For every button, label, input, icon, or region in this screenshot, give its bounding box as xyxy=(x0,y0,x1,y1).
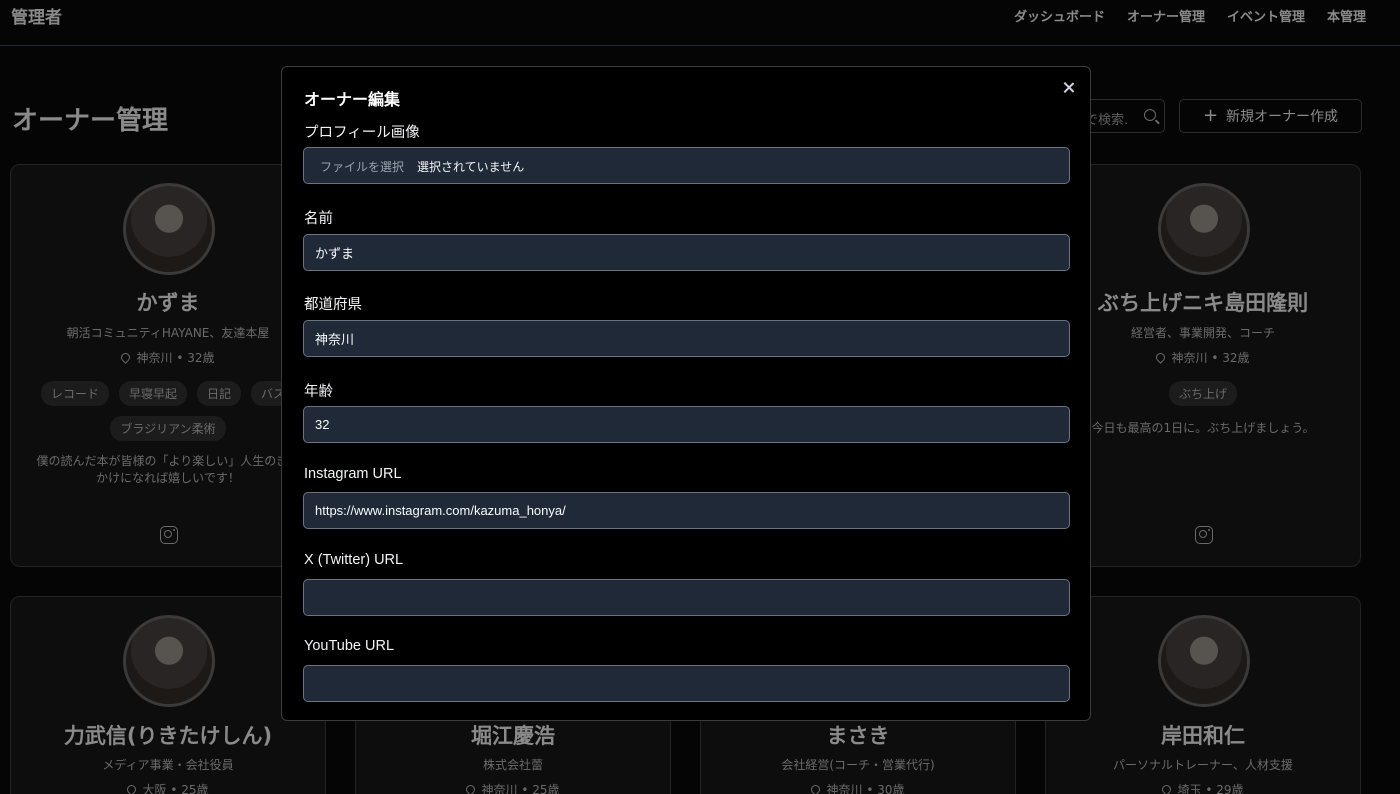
owner-name: まさき xyxy=(826,724,890,748)
owner-tags: ぶち上げ xyxy=(1066,381,1340,406)
owner-location: 大阪 • 25歳 xyxy=(11,781,325,794)
owner-name: かずま xyxy=(136,291,200,315)
owner-card[interactable]: 力武信(りきたけしん) メディア事業・会社役員 大阪 • 25歳 xyxy=(10,596,326,794)
owner-description: 今日も最高の1日に。ぶち上げましょう。 xyxy=(1091,421,1315,435)
youtube-url-field[interactable] xyxy=(303,665,1070,702)
profile-image-file-input[interactable]: ファイルを選択 選択されていません xyxy=(303,147,1070,184)
location-pin-icon xyxy=(464,783,478,794)
choose-file-button[interactable]: ファイルを選択 xyxy=(320,158,404,175)
page-title: オーナー管理 xyxy=(12,106,169,136)
twitter-url-field[interactable] xyxy=(303,579,1070,616)
location-pin-icon xyxy=(125,783,139,794)
owner-name: 堀江慶浩 xyxy=(471,724,555,748)
instagram-url-label: Instagram URL xyxy=(304,466,402,482)
owner-location: 神奈川 • 30歳 xyxy=(701,781,1015,794)
top-navbar: 管理者 ダッシュボード オーナー管理 イベント管理 本管理 xyxy=(0,0,1400,46)
owner-role: パーソナルトレーナー、人材支援 xyxy=(1113,758,1293,772)
twitter-url-label: X (Twitter) URL xyxy=(304,552,404,568)
nav-owner-management[interactable]: オーナー管理 xyxy=(1127,6,1205,25)
tag: ぶち上げ xyxy=(1168,381,1238,406)
avatar xyxy=(1158,183,1250,275)
profile-image-label: プロフィール画像 xyxy=(304,125,420,141)
owner-card[interactable]: かずま 朝活コミュニティHAYANE、友達本屋 神奈川 • 32歳 レコード 早… xyxy=(10,164,326,567)
nav-book-management[interactable]: 本管理 xyxy=(1327,6,1366,25)
nav-event-management[interactable]: イベント管理 xyxy=(1227,6,1305,25)
plus-icon: + xyxy=(1202,105,1219,126)
tag: 日記 xyxy=(197,381,242,406)
location-pin-icon xyxy=(119,351,133,364)
tag: 早寝早起 xyxy=(118,381,187,406)
owner-role: 経営者、事業開発、コーチ xyxy=(1130,326,1275,340)
avatar xyxy=(123,615,215,707)
owner-role: 朝活コミュニティHAYANE、友達本屋 xyxy=(66,326,270,340)
instagram-icon[interactable] xyxy=(160,526,178,544)
prefecture-field[interactable] xyxy=(303,320,1070,357)
file-status: 選択されていません xyxy=(417,160,525,174)
location-pin-icon xyxy=(1160,783,1174,794)
owner-name: 力武信(りきたけしん) xyxy=(63,724,273,748)
owner-role: 会社経営(コーチ・営業代行) xyxy=(781,758,935,772)
owner-location: 埼玉 • 29歳 xyxy=(1046,781,1360,794)
instagram-url-field[interactable] xyxy=(303,492,1070,529)
tag: ブラジリアン柔術 xyxy=(110,416,226,441)
instagram-icon[interactable] xyxy=(1195,526,1213,544)
owner-location: 神奈川 • 32歳 xyxy=(11,349,325,366)
search-placeholder: で検索. xyxy=(1085,113,1129,128)
close-icon[interactable] xyxy=(1062,81,1076,95)
edit-owner-modal: オーナー編集 プロフィール画像 ファイルを選択 選択されていません 名前 都道府… xyxy=(281,66,1091,721)
owner-description: 僕の読んだ本が皆様の「より楽しい」人生のきっかけになれば嬉しいです！ xyxy=(36,454,300,485)
youtube-url-label: YouTube URL xyxy=(304,638,395,654)
brand-logo[interactable]: 管理者 xyxy=(11,3,62,28)
owner-name: 岸田和仁 xyxy=(1161,724,1245,748)
location-pin-icon xyxy=(1154,351,1168,364)
avatar xyxy=(123,183,215,275)
age-field[interactable] xyxy=(303,406,1070,443)
new-owner-label: 新規オーナー作成 xyxy=(1226,109,1339,125)
owner-location: 神奈川 • 32歳 xyxy=(1046,349,1360,366)
avatar xyxy=(1158,615,1250,707)
prefecture-label: 都道府県 xyxy=(304,297,362,313)
owner-name: ぶち上げニキ島田隆則 xyxy=(1097,291,1309,315)
tag: レコード xyxy=(40,381,109,406)
location-pin-icon xyxy=(809,783,823,794)
owner-role: メディア事業・会社役員 xyxy=(102,758,234,772)
new-owner-button[interactable]: + 新規オーナー作成 xyxy=(1179,99,1362,133)
nav-dashboard[interactable]: ダッシュボード xyxy=(1014,6,1105,25)
name-field[interactable] xyxy=(303,234,1070,271)
owner-card[interactable]: 岸田和仁 パーソナルトレーナー、人材支援 埼玉 • 29歳 xyxy=(1045,596,1361,794)
owner-tags: レコード 早寝早起 日記 バス ブラジリアン柔術 xyxy=(31,381,305,441)
age-label: 年齢 xyxy=(304,384,333,400)
search-icon xyxy=(1144,109,1156,121)
owner-role: 株式会社蕾 xyxy=(482,758,543,772)
name-label: 名前 xyxy=(304,211,333,227)
owner-card[interactable]: ぶち上げニキ島田隆則 経営者、事業開発、コーチ 神奈川 • 32歳 ぶち上げ 今… xyxy=(1045,164,1361,567)
modal-title: オーナー編集 xyxy=(304,92,401,109)
owner-location: 神奈川 • 25歳 xyxy=(356,781,670,794)
main-nav: ダッシュボード オーナー管理 イベント管理 本管理 xyxy=(1014,6,1366,25)
